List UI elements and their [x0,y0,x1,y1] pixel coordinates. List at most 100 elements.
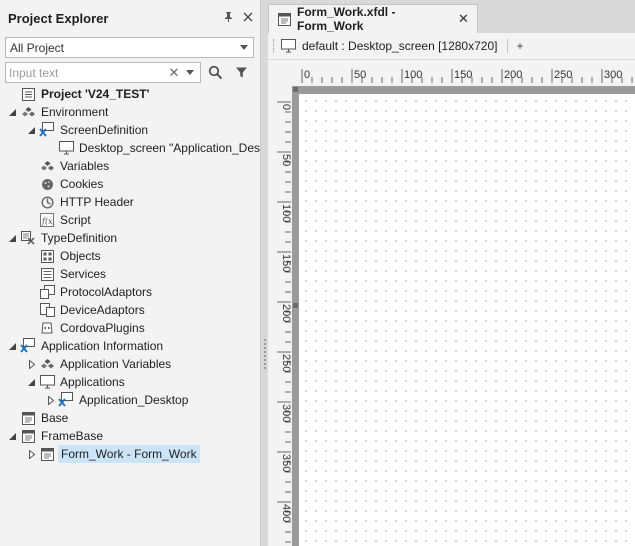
toggle-spacer [26,157,37,175]
expand-collapse-toggle[interactable] [7,103,18,121]
tree-item[interactable]: CordovaPlugins [0,319,260,337]
search-input[interactable] [9,65,167,80]
tree-item[interactable]: f(x) Script [0,211,260,229]
form-canvas[interactable] [299,94,635,546]
tree-item[interactable]: Application_Desktop [0,391,260,409]
ruler-label: 200 [280,304,291,322]
tree-item[interactable]: Project 'V24_TEST' [0,85,260,103]
cordova-plugins-icon [39,320,55,336]
screen-selector[interactable]: default : Desktop_screen [1280x720] [302,39,497,53]
expand-toggle[interactable] [26,355,37,373]
tab-close-icon[interactable]: ✕ [458,11,472,27]
tree-item[interactable]: ScreenDefinition [0,121,260,139]
script-icon: f(x) [39,212,55,228]
variables-icon [39,158,55,174]
screen-definition-icon [39,122,55,138]
toggle-spacer [26,301,37,319]
editor-tab-bar: Form_Work.xfdl - Form_Work ✕ [268,4,635,33]
ruler-label: 400 [280,504,291,522]
environment-icon [20,104,36,120]
tree-item[interactable]: Services [0,265,260,283]
monitor-icon [58,140,74,156]
tree-item-label: Cookies [60,177,104,191]
applications-icon [39,374,55,390]
variables-icon [39,356,55,372]
search-icon [208,65,222,80]
ruler-label: 350 [280,454,291,472]
tree-item[interactable]: Objects [0,247,260,265]
tree-item[interactable]: Environment [0,103,260,121]
pin-icon[interactable] [220,11,236,25]
expand-collapse-toggle[interactable] [26,373,37,391]
cookie-icon [39,176,55,192]
ruler-label: 250 [554,69,572,81]
toggle-spacer [26,211,37,229]
tab-form-work[interactable]: Form_Work.xfdl - Form_Work ✕ [268,4,478,33]
tree-item[interactable]: Applications [0,373,260,391]
tree-item-label: Environment [41,105,109,119]
application-info-icon [20,338,36,354]
tree-item[interactable]: Application Variables [0,355,260,373]
search-options-chevron-icon[interactable] [186,70,194,75]
expand-toggle[interactable] [45,391,56,409]
search-row: ✕ [5,62,255,83]
ruler-label: 300 [604,69,622,81]
splitter-grip[interactable] [261,337,268,375]
svg-text:f(x): f(x) [41,217,54,226]
tree-item[interactable]: Desktop_screen "Application_Des [0,139,260,157]
expand-collapse-toggle[interactable] [7,229,18,247]
tree-item-label: Script [60,213,91,227]
scope-select[interactable]: All Project [5,37,254,58]
tree-item-label: Application Variables [60,357,172,371]
ruler-label: 50 [280,154,291,166]
tree-item-label: ScreenDefinition [60,123,149,137]
tree-item-label: DeviceAdaptors [60,303,145,317]
ruler-label: 100 [404,69,422,81]
ruler-label: 150 [280,254,291,272]
expand-collapse-toggle[interactable] [7,337,18,355]
toggle-spacer [7,409,18,427]
resize-handle-left-middle[interactable] [293,303,298,308]
http-header-icon [39,194,55,210]
form-icon [39,446,55,462]
expand-collapse-toggle[interactable] [26,121,37,139]
toggle-spacer [26,319,37,337]
toggle-spacer [26,247,37,265]
tree-item[interactable]: Form_Work - Form_Work [0,445,260,463]
tree-item-label: Base [41,411,69,425]
add-screen-button[interactable]: + [516,39,523,53]
project-explorer-panel: Project Explorer All Project ✕ Project '… [0,0,261,546]
search-button[interactable] [203,62,227,83]
application-desktop-icon [58,392,74,408]
tree-item-label: Objects [60,249,101,263]
vertical-ruler: 0 50 100 150 200 250 300 350 400 [277,101,291,543]
tree-item[interactable]: Application Information [0,337,260,355]
form-icon [20,428,36,444]
toolbar-separator [507,39,509,53]
tree-item-label: Applications [60,375,125,389]
screen-toolbar: default : Desktop_screen [1280x720] + [268,33,635,60]
tree-item-label: Desktop_screen "Application_Des [79,141,261,155]
tree-item-label: CordovaPlugins [60,321,145,335]
panel-header: Project Explorer [0,0,260,36]
clear-icon[interactable]: ✕ [167,65,181,81]
tree-item[interactable]: DeviceAdaptors [0,301,260,319]
ruler-label: 300 [280,404,291,422]
tree-item[interactable]: ProtocolAdaptors [0,283,260,301]
expand-collapse-toggle[interactable] [7,427,18,445]
tree-item[interactable]: Base [0,409,260,427]
tree-item[interactable]: HTTP Header [0,193,260,211]
ruler-label: 150 [454,69,472,81]
resize-handle-top-left[interactable] [293,87,298,92]
tree-item[interactable]: TypeDefinition [0,229,260,247]
close-icon[interactable] [240,12,256,25]
filter-button[interactable] [229,62,253,83]
tree-item[interactable]: Variables [0,157,260,175]
monitor-icon [280,38,296,54]
tree-item[interactable]: FrameBase [0,427,260,445]
services-icon [39,266,55,282]
tree-item[interactable]: Cookies [0,175,260,193]
chevron-down-icon [240,45,248,50]
device-adaptors-icon [39,302,55,318]
expand-toggle[interactable] [26,445,37,463]
